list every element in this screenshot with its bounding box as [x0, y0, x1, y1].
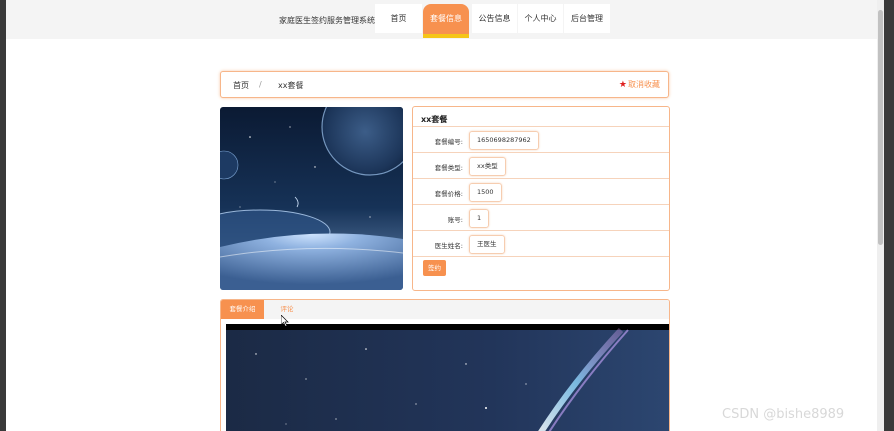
package-title: xx套餐 — [421, 115, 448, 124]
site-title: 家庭医生签约服务管理系统 — [279, 16, 375, 25]
field-row: 医生姓名: 王医生 — [413, 230, 669, 257]
unfavorite-button[interactable]: ★取消收藏 — [619, 79, 660, 90]
breadcrumb-home[interactable]: 首页 — [233, 80, 249, 91]
field-value: 1 — [469, 209, 490, 228]
intro-image — [226, 324, 669, 431]
page: 家庭医生签约服务管理系统 首页 套餐信息 公告信息 个人中心 后台管理 首页 /… — [6, 0, 883, 431]
field-label: 套餐编号: — [434, 138, 463, 146]
field-row: 套餐类型: xx类型 — [413, 152, 669, 179]
star-icon: ★ — [618, 80, 627, 90]
field-value: xx类型 — [469, 157, 506, 176]
watermark: CSDN @bishe8989 — [722, 407, 845, 422]
sign-button[interactable]: 签约 — [423, 260, 446, 276]
field-value: 王医生 — [469, 235, 505, 254]
breadcrumb-current: xx套餐 — [278, 81, 304, 90]
nav-admin[interactable]: 后台管理 — [564, 4, 610, 33]
mouse-cursor-icon — [281, 315, 289, 327]
nav-packages[interactable]: 套餐信息 — [423, 4, 469, 38]
breadcrumb: 首页 / xx套餐 ★取消收藏 — [220, 71, 669, 98]
top-navbar: 家庭医生签约服务管理系统 首页 套餐信息 公告信息 个人中心 后台管理 — [6, 0, 883, 39]
field-row: 套餐编号: 1650698287962 — [413, 126, 669, 153]
breadcrumb-separator: / — [259, 80, 262, 89]
page-scrollbar[interactable] — [877, 0, 884, 431]
row-divider — [413, 256, 669, 257]
field-value: 1650698287962 — [469, 131, 539, 150]
field-value: 1500 — [469, 183, 502, 202]
field-label: 医生姓名: — [434, 242, 463, 250]
package-image — [220, 107, 403, 290]
scrollbar-thumb[interactable] — [878, 10, 883, 245]
field-label: 账号: — [447, 216, 463, 224]
unfavorite-label: 取消收藏 — [628, 80, 660, 89]
nav-home[interactable]: 首页 — [375, 4, 422, 33]
field-label: 套餐价格: — [434, 190, 463, 198]
field-label: 套餐类型: — [434, 164, 463, 172]
nav-announcements[interactable]: 公告信息 — [472, 4, 517, 33]
field-row: 套餐价格: 1500 — [413, 178, 669, 205]
tab-package-intro[interactable]: 套餐介绍 — [221, 300, 264, 319]
field-row: 账号: 1 — [413, 204, 669, 231]
package-info-panel: xx套餐 套餐编号: 1650698287962 套餐类型: xx类型 套餐价格… — [412, 106, 670, 291]
nav-personal-center[interactable]: 个人中心 — [518, 4, 563, 33]
